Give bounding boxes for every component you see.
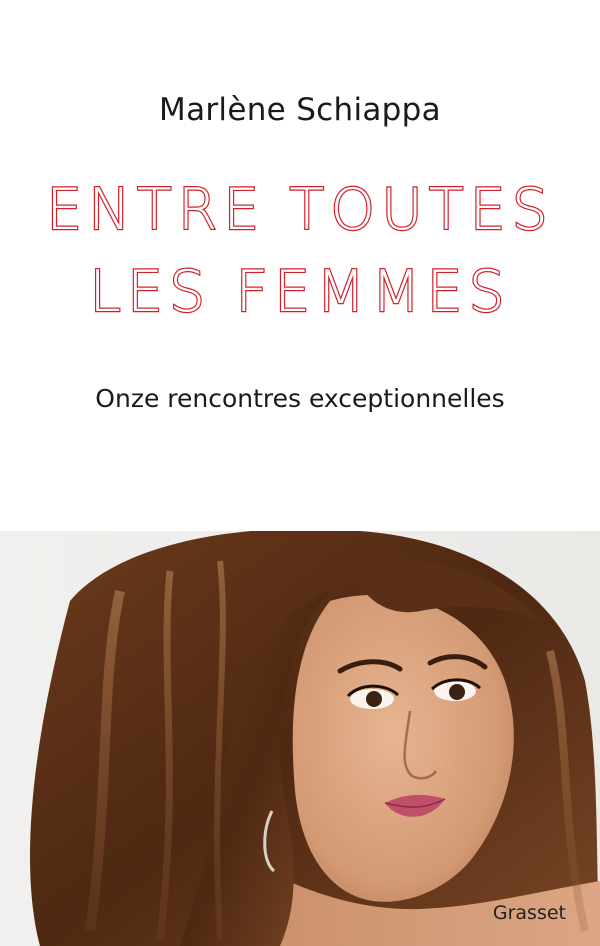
author-name: Marlène Schiappa: [159, 92, 441, 128]
title-line-1: ENTRE TOUTES: [45, 177, 554, 243]
author-portrait: Grasset: [0, 531, 600, 946]
subtitle: Onze rencontres exceptionnelles: [95, 384, 505, 413]
publisher-name: Grasset: [492, 902, 566, 924]
book-cover: Marlène Schiappa ENTRE TOUTES LES FEMMES…: [0, 0, 600, 946]
title-line-2: LES FEMMES: [88, 259, 511, 325]
